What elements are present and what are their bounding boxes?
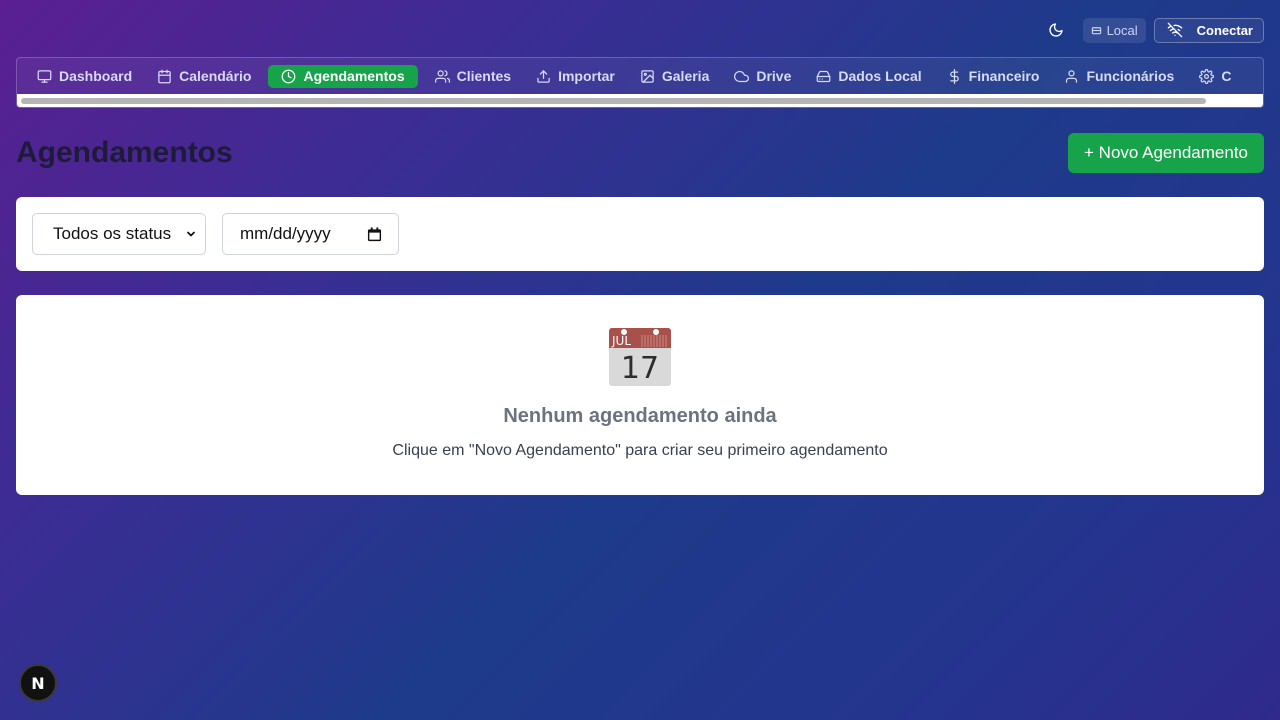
nav-tabs: Dashboard Calendário Agendamentos Client… [17,58,1263,94]
nav-item-clientes[interactable]: Clientes [427,65,519,88]
status-filter-select[interactable]: Todos os status [32,213,206,255]
theme-toggle-button[interactable] [1043,17,1069,43]
connect-button[interactable]: Conectar [1153,17,1264,43]
nav-item-label: Agendamentos [303,68,405,84]
calendar-icon [158,69,171,83]
nav-item-calendario[interactable]: Calendário [149,65,259,88]
nav-item-label: Dados Local [838,68,922,84]
top-controls: Local Conectar [1043,17,1264,43]
image-icon [641,69,654,83]
dev-tools-badge[interactable]: N [19,664,57,702]
new-appointment-button[interactable]: + Novo Agendamento [1068,133,1264,173]
nav-item-galeria[interactable]: Galeria [632,65,717,88]
moon-icon [1048,23,1063,37]
nav-item-configuracoes[interactable]: C [1191,65,1239,88]
appointments-empty-state: JUL 17 Nenhum agendamento ainda Clique e… [16,295,1264,495]
nav-item-importar[interactable]: Importar [528,65,623,88]
calendar-emoji-day: 17 [621,351,659,386]
dollar-icon [949,68,959,84]
users-icon [434,69,450,83]
filters-card: Todos os status mm/dd/yyyy [16,197,1264,271]
nav-item-label: C [1221,68,1232,84]
nav-item-label: Clientes [456,68,512,84]
wifi-off-icon [1167,22,1182,38]
nav-item-dados-local[interactable]: Dados Local [808,65,929,88]
local-mode-badge[interactable]: Local [1082,17,1146,43]
upload-icon [537,69,550,83]
main-nav: Dashboard Calendário Agendamentos Client… [16,57,1264,108]
gear-icon [1199,68,1215,84]
nav-item-label: Financeiro [968,68,1040,84]
hard-drive-icon [817,70,831,82]
nav-scrollbar[interactable] [17,94,1263,107]
date-filter-placeholder: mm/dd/yyyy [240,224,331,243]
nav-item-label: Dashboard [59,68,133,84]
empty-state-subtitle: Clique em "Novo Agendamento" para criar … [392,442,888,459]
nav-item-agendamentos[interactable]: Agendamentos [268,64,418,88]
nav-item-label: Drive [756,68,792,84]
nav-item-label: Importar [558,68,615,84]
nav-item-funcionarios[interactable]: Funcionários [1056,65,1182,88]
nav-item-dashboard[interactable]: Dashboard [29,65,140,88]
nav-item-drive[interactable]: Drive [726,65,799,88]
connect-label: Conectar [1196,22,1253,38]
status-filter-value: Todos os status [53,224,172,243]
nav-item-label: Galeria [661,68,710,84]
nav-scrollbar-thumb[interactable] [21,98,1206,104]
empty-state-title: Nenhum agendamento ainda [503,405,777,427]
page-title: Agendamentos [16,136,233,169]
monitor-icon [37,69,52,83]
nav-item-label: Funcionários [1086,68,1175,84]
chevron-down-icon [187,231,195,237]
cloud-icon [734,70,750,82]
database-icon [1091,26,1101,34]
clock-icon [282,69,296,83]
nav-item-financeiro[interactable]: Financeiro [939,65,1048,88]
date-filter-input[interactable]: mm/dd/yyyy [222,213,399,255]
nav-item-label: Calendário [179,68,252,84]
calendar-emoji-month: JUL [611,334,631,348]
local-mode-label: Local [1106,22,1138,38]
calendar-picker-icon[interactable] [367,226,382,242]
users-icon [1066,69,1078,83]
calendar-emoji-icon: JUL 17 [609,328,671,386]
